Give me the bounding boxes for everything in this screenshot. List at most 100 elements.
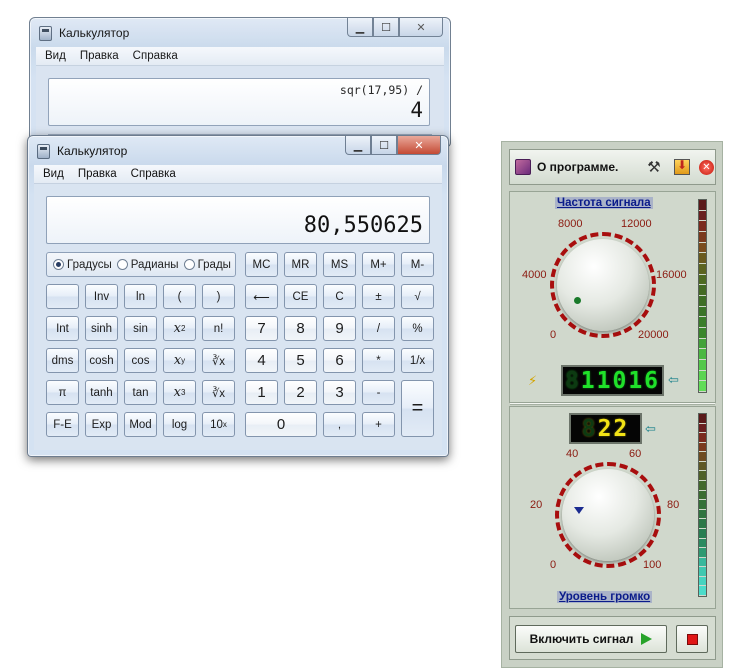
lightning-icon[interactable]: ⚡: [528, 373, 537, 389]
close-button[interactable]: ✕: [399, 18, 443, 37]
inv-button[interactable]: Inv: [85, 284, 118, 309]
menu-edit[interactable]: Правка: [80, 50, 119, 62]
vol-scale-100: 100: [643, 559, 662, 571]
m-plus-button[interactable]: M+: [362, 252, 395, 277]
int-button[interactable]: Int: [46, 316, 79, 341]
tanh-button[interactable]: tanh: [85, 380, 118, 405]
m-minus-button[interactable]: M-: [401, 252, 434, 277]
close-button[interactable]: ✕: [397, 136, 441, 155]
tan-button[interactable]: tan: [124, 380, 157, 405]
play-icon: [641, 633, 653, 645]
menu-view[interactable]: Вид: [43, 168, 64, 180]
cosh-button[interactable]: cosh: [85, 348, 118, 373]
signal-generator-window: О программе. ⚒ ✕ Частота сигнала 8000 12…: [501, 141, 723, 668]
mod-button[interactable]: Mod: [124, 412, 157, 437]
cube-root-button[interactable]: ∛x: [202, 380, 235, 405]
mc-button[interactable]: MC: [245, 252, 278, 277]
radio-dot[interactable]: [53, 259, 64, 270]
dms-button[interactable]: dms: [46, 348, 79, 373]
fe-button[interactable]: F-E: [46, 412, 79, 437]
start-signal-label: Включить сигнал: [529, 632, 634, 646]
digit-9-button[interactable]: 9: [323, 316, 356, 341]
vol-scale-0: 0: [550, 559, 557, 571]
percent-button[interactable]: %: [401, 316, 434, 341]
digit-3-button[interactable]: 3: [323, 380, 356, 405]
frequency-knob[interactable]: [557, 239, 649, 331]
frequency-set-arrow-icon[interactable]: ⇦: [668, 372, 679, 388]
divide-button[interactable]: /: [362, 316, 395, 341]
vol-scale-20: 20: [530, 499, 543, 511]
radio-dot[interactable]: [183, 259, 195, 270]
digit-2-button[interactable]: 2: [284, 380, 317, 405]
cube-button[interactable]: x3: [163, 380, 196, 405]
radio-dot[interactable]: [116, 259, 128, 270]
generator-controls: Включить сигнал: [509, 616, 716, 660]
sinh-button[interactable]: sinh: [85, 316, 118, 341]
maximize-button[interactable]: ☐: [373, 18, 399, 37]
log-button[interactable]: log: [163, 412, 196, 437]
ln-button[interactable]: ln: [124, 284, 157, 309]
cos-button[interactable]: cos: [124, 348, 157, 373]
title-bar[interactable]: Калькулятор ▁ ☐ ✕: [28, 136, 448, 164]
volume-set-arrow-icon[interactable]: ⇦: [645, 421, 656, 437]
plus-minus-button[interactable]: ±: [362, 284, 395, 309]
menu-help[interactable]: Справка: [131, 168, 176, 180]
tools-icon[interactable]: ⚒: [645, 159, 663, 177]
digit-0-button[interactable]: 0: [245, 412, 317, 437]
digit-4-button[interactable]: 4: [245, 348, 278, 373]
radio-grads[interactable]: Грады: [183, 259, 231, 271]
mr-button[interactable]: MR: [284, 252, 317, 277]
window-title: Калькулятор: [57, 144, 128, 158]
stop-button[interactable]: [676, 625, 708, 653]
sin-button[interactable]: sin: [124, 316, 157, 341]
digit-1-button[interactable]: 1: [245, 380, 278, 405]
title-bar[interactable]: Калькулятор ▁ ☐ ✕: [30, 18, 450, 46]
ce-button[interactable]: CE: [284, 284, 317, 309]
minimize-button[interactable]: ▁: [345, 136, 371, 155]
radio-degrees[interactable]: Градусы: [53, 259, 112, 271]
calculator-display: 80,550625: [46, 196, 430, 244]
backspace-button[interactable]: ⟵: [245, 284, 278, 309]
menu-help[interactable]: Справка: [133, 50, 178, 62]
frequency-display: 8 11016: [561, 365, 664, 396]
yroot-button[interactable]: ∛x: [202, 348, 235, 373]
vol-scale-40: 40: [566, 448, 579, 460]
exp-button[interactable]: Exp: [85, 412, 118, 437]
ten-power-button[interactable]: 10 x: [202, 412, 235, 437]
vol-scale-60: 60: [629, 448, 642, 460]
book-icon[interactable]: [515, 159, 531, 175]
equals-button[interactable]: =: [401, 380, 434, 437]
digit-5-button[interactable]: 5: [284, 348, 317, 373]
digit-7-button[interactable]: 7: [245, 316, 278, 341]
multiply-button[interactable]: *: [362, 348, 395, 373]
menu-view[interactable]: Вид: [45, 50, 66, 62]
reciprocal-button[interactable]: 1/x: [401, 348, 434, 373]
sqrt-button[interactable]: √: [401, 284, 434, 309]
right-paren-button[interactable]: ): [202, 284, 235, 309]
subtract-button[interactable]: -: [362, 380, 395, 405]
close-icon[interactable]: ✕: [699, 160, 714, 175]
blank-button[interactable]: [46, 284, 79, 309]
calculator-window-front[interactable]: Калькулятор ▁ ☐ ✕ Вид Правка Справка 80,…: [27, 135, 449, 457]
decimal-button[interactable]: ,: [323, 412, 356, 437]
digit-8-button[interactable]: 8: [284, 316, 317, 341]
square-button[interactable]: x2: [163, 316, 196, 341]
about-button[interactable]: О программе.: [537, 160, 618, 174]
ms-button[interactable]: MS: [323, 252, 356, 277]
left-paren-button[interactable]: (: [163, 284, 196, 309]
volume-knob[interactable]: [562, 469, 654, 561]
radio-radians[interactable]: Радианы: [116, 259, 179, 271]
add-button[interactable]: +: [362, 412, 395, 437]
calculator-display: sqr(17,95) / 4: [48, 78, 430, 126]
power-button[interactable]: xy: [163, 348, 196, 373]
calculator-window-back[interactable]: Калькулятор ▁ ☐ ✕ Вид Правка Справка sqr…: [29, 17, 451, 147]
maximize-button[interactable]: ☐: [371, 136, 397, 155]
factorial-button[interactable]: n!: [202, 316, 235, 341]
start-signal-button[interactable]: Включить сигнал: [515, 625, 667, 653]
save-icon[interactable]: [674, 158, 690, 175]
pi-button[interactable]: π: [46, 380, 79, 405]
digit-6-button[interactable]: 6: [323, 348, 356, 373]
c-button[interactable]: C: [323, 284, 356, 309]
minimize-button[interactable]: ▁: [347, 18, 373, 37]
menu-edit[interactable]: Правка: [78, 168, 117, 180]
